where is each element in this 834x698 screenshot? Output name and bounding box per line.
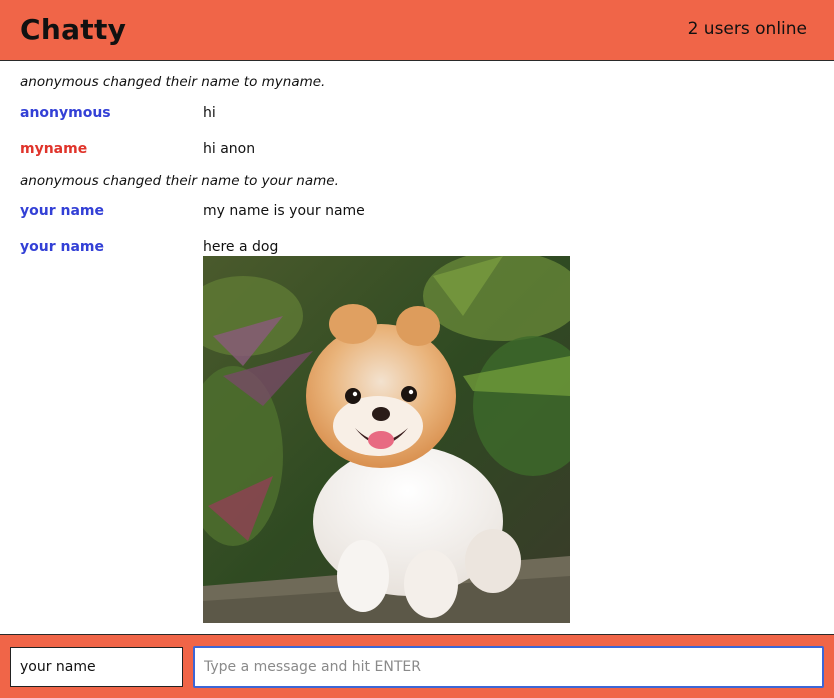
- username-input[interactable]: [10, 647, 183, 687]
- system-notice: anonymous changed their name to myname.: [20, 74, 326, 90]
- header-bar: Chatty 2 users online: [0, 0, 834, 61]
- system-notice: anonymous changed their name to your nam…: [20, 173, 339, 189]
- message-username: anonymous: [20, 105, 111, 121]
- message-username: your name: [20, 239, 104, 255]
- message-text: here a dog: [203, 239, 279, 255]
- message-text: hi: [203, 105, 216, 121]
- message-text: my name is your name: [203, 203, 365, 219]
- app-title: Chatty: [20, 13, 127, 46]
- dog-photo: [203, 256, 570, 623]
- composer-bar: [0, 634, 834, 698]
- message-list[interactable]: anonymous changed their name to myname. …: [0, 61, 834, 634]
- message-input[interactable]: [193, 646, 824, 688]
- online-users-count: 2 users online: [687, 19, 807, 39]
- message-username: myname: [20, 141, 88, 157]
- message-username: your name: [20, 203, 104, 219]
- chat-app: Chatty 2 users online anonymous changed …: [0, 0, 834, 698]
- message-text: hi anon: [203, 141, 256, 157]
